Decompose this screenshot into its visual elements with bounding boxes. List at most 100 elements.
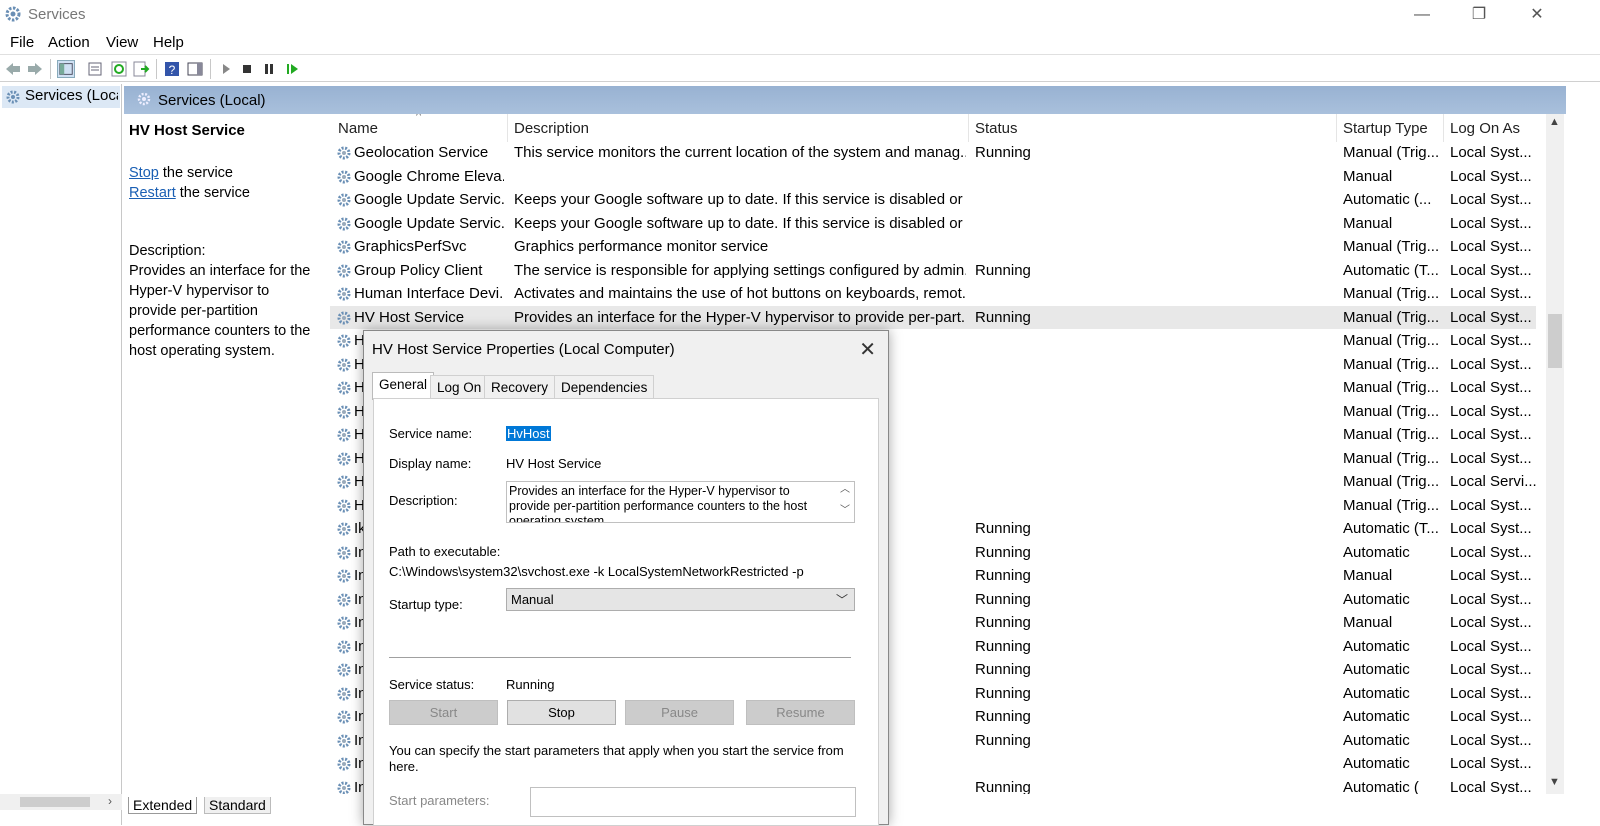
scroll-up-icon[interactable]: ▲ bbox=[1549, 116, 1560, 128]
table-row[interactable]: Group Policy Client The service is respon… bbox=[330, 259, 1536, 283]
service-gear-icon bbox=[337, 663, 351, 677]
scroll-right-icon[interactable]: › bbox=[108, 794, 112, 808]
chevron-up-icon[interactable]: ︿ bbox=[838, 482, 852, 497]
row-log-on-as: Local Syst... bbox=[1450, 214, 1532, 232]
chevron-down-icon[interactable]: ﹀ bbox=[838, 503, 852, 518]
help-icon[interactable]: ? bbox=[163, 60, 181, 78]
table-row[interactable]: Human Interface Devi... Activates and mai… bbox=[330, 282, 1536, 306]
menu-view[interactable]: View bbox=[106, 34, 138, 51]
start-button[interactable]: Start bbox=[389, 700, 498, 725]
column-name[interactable]: Name bbox=[338, 120, 378, 137]
service-gear-icon bbox=[337, 499, 351, 512]
menu-action[interactable]: Action bbox=[48, 34, 90, 51]
service-gear-icon bbox=[337, 240, 351, 254]
scroll-down-icon[interactable]: ▼ bbox=[1549, 776, 1560, 788]
tab-extended[interactable]: Extended bbox=[128, 797, 198, 814]
start-params-input[interactable] bbox=[530, 787, 856, 817]
table-row[interactable]: Geolocation Service This service monitors… bbox=[330, 141, 1536, 165]
row-log-on-as: Local Syst... bbox=[1450, 755, 1532, 772]
description-label: Description: bbox=[129, 243, 206, 259]
dialog-close-icon[interactable]: ✕ bbox=[859, 337, 876, 362]
description-textbox[interactable]: Provides an interface for the Hyper-V hy… bbox=[506, 481, 855, 523]
menu-help[interactable]: Help bbox=[153, 34, 184, 51]
properties-icon[interactable] bbox=[86, 60, 104, 78]
service-gear-icon bbox=[337, 146, 351, 160]
row-status: Running bbox=[975, 144, 1031, 161]
column-description[interactable]: Description bbox=[514, 120, 589, 137]
row-status: Running bbox=[975, 308, 1031, 326]
action-pane-icon[interactable] bbox=[186, 60, 204, 78]
table-row[interactable]: HV Host Service Provides an interface for… bbox=[330, 305, 1536, 329]
table-row[interactable]: Google Chrome Eleva... Manual Local Syst..… bbox=[330, 165, 1536, 189]
row-startup-type: Manual (Trig... bbox=[1343, 238, 1440, 255]
pause-button[interactable]: Pause bbox=[625, 700, 734, 725]
restart-service-link[interactable]: Restart bbox=[129, 185, 176, 201]
restart-link-suffix: the service bbox=[175, 185, 250, 201]
display-name-value[interactable]: HV Host Service bbox=[506, 456, 601, 471]
pause-service-icon[interactable] bbox=[260, 60, 278, 78]
stop-service-link[interactable]: Stop bbox=[129, 165, 159, 181]
refresh-icon[interactable] bbox=[110, 60, 128, 78]
restart-service-icon[interactable] bbox=[283, 60, 301, 78]
display-name-label: Display name: bbox=[389, 456, 472, 471]
tree-item-label: Services (Local) bbox=[25, 87, 118, 104]
row-status: Running bbox=[975, 637, 1031, 655]
row-description: This service monitors the current locati… bbox=[514, 144, 966, 161]
title-bar: Services — ❐ ✕ bbox=[0, 0, 1600, 30]
tab-recovery[interactable]: Recovery bbox=[484, 375, 556, 399]
start-params-note: You can specify the start parameters tha… bbox=[389, 743, 844, 774]
startup-type-select[interactable]: Manual ﹀ bbox=[506, 588, 855, 611]
service-gear-icon bbox=[337, 593, 351, 606]
menu-file[interactable]: File bbox=[10, 34, 34, 51]
tab-general[interactable]: General bbox=[372, 372, 435, 400]
tab-log-on[interactable]: Log On bbox=[430, 375, 489, 399]
row-log-on-as: Local Syst... bbox=[1450, 637, 1532, 655]
row-log-on-as: Local Syst... bbox=[1450, 778, 1532, 795]
maximize-button[interactable]: ❐ bbox=[1450, 0, 1508, 30]
menu-bar: File Action View Help bbox=[0, 30, 1600, 54]
row-log-on-as: Local Servi... bbox=[1450, 473, 1536, 490]
column-startup-type[interactable]: Startup Type bbox=[1343, 120, 1428, 137]
row-startup-type: Manual (Trig... bbox=[1343, 496, 1440, 514]
service-gear-icon bbox=[337, 428, 351, 442]
service-gear-icon bbox=[337, 522, 351, 536]
column-status[interactable]: Status bbox=[975, 120, 1018, 137]
table-row[interactable]: Google Update Servic... Keeps your Google… bbox=[330, 188, 1536, 212]
row-description: Keeps your Google software up to date. I… bbox=[514, 191, 966, 208]
row-log-on-as: Local Syst... bbox=[1450, 520, 1532, 537]
minimize-button[interactable]: — bbox=[1393, 0, 1451, 30]
row-log-on-as: Local Syst... bbox=[1450, 144, 1532, 161]
export-list-icon[interactable] bbox=[132, 60, 150, 78]
table-row[interactable]: Google Update Servic... Keeps your Google… bbox=[330, 212, 1536, 236]
row-log-on-as: Local Syst... bbox=[1450, 449, 1532, 467]
column-log-on-as[interactable]: Log On As bbox=[1450, 120, 1520, 137]
start-service-icon[interactable] bbox=[217, 60, 235, 78]
service-name-value[interactable]: HvHost bbox=[506, 426, 551, 441]
close-button[interactable]: ✕ bbox=[1508, 0, 1566, 30]
tree-item-services-local[interactable]: Services (Local) bbox=[2, 86, 120, 108]
description-scrollbar[interactable]: ︿ ﹀ bbox=[838, 482, 852, 522]
separator bbox=[389, 657, 851, 658]
tab-standard[interactable]: Standard bbox=[204, 797, 271, 814]
show-console-tree-icon[interactable] bbox=[57, 60, 75, 78]
scrollbar-thumb[interactable] bbox=[1548, 314, 1562, 368]
row-startup-type: Manual bbox=[1343, 167, 1393, 185]
tab-dependencies[interactable]: Dependencies bbox=[554, 375, 655, 399]
row-startup-type: Automatic bbox=[1343, 755, 1410, 772]
table-row[interactable]: GraphicsPerfSvc Graphics performance moni… bbox=[330, 235, 1536, 259]
stop-button[interactable]: Stop bbox=[507, 700, 616, 725]
service-gear-icon bbox=[337, 640, 351, 653]
back-arrow-icon[interactable] bbox=[4, 60, 22, 78]
resume-button[interactable]: Resume bbox=[746, 700, 855, 725]
row-description: Provides an interface for the Hyper-V hy… bbox=[514, 308, 966, 326]
path-value: C:\Windows\system32\svchost.exe -k Local… bbox=[389, 564, 804, 579]
row-startup-type: Automatic bbox=[1343, 708, 1410, 725]
service-info-panel: HV Host Service Stop the service Restart… bbox=[129, 121, 319, 361]
stop-service-icon[interactable] bbox=[238, 60, 256, 78]
row-log-on-as: Local Syst... bbox=[1450, 402, 1532, 420]
row-description: Activates and maintains the use of hot b… bbox=[514, 285, 966, 302]
horizontal-scrollbar[interactable]: › bbox=[0, 794, 122, 810]
row-status: Running bbox=[975, 778, 1031, 795]
forward-arrow-icon[interactable] bbox=[26, 60, 44, 78]
vertical-scrollbar[interactable]: ▲ ▼ bbox=[1546, 114, 1564, 794]
